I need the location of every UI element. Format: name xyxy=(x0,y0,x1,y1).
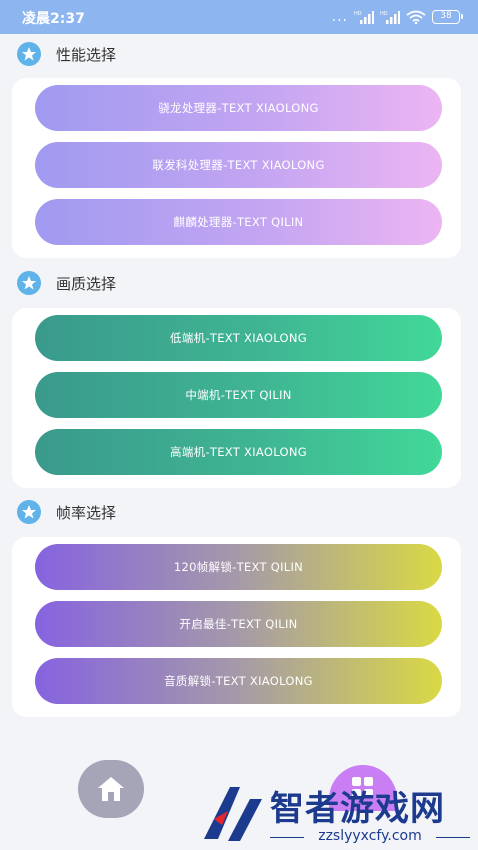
home-button[interactable] xyxy=(78,760,144,818)
wifi-icon xyxy=(406,10,426,24)
option-button[interactable]: 120帧解锁-TEXT QILIN xyxy=(35,544,442,590)
watermark-url: zzslyyxcfy.com xyxy=(318,828,422,844)
option-button[interactable]: 中端机-TEXT QILIN xyxy=(35,372,442,418)
section-header-framerate: 帧率选择 xyxy=(16,499,116,525)
section-header-performance: 性能选择 xyxy=(16,41,116,67)
watermark-logo-icon xyxy=(204,787,262,841)
status-bar: 凌晨2:37 ... HD HD 38 xyxy=(0,0,478,34)
quality-card: 低端机-TEXT XIAOLONG 中端机-TEXT QILIN 高端机-TEX… xyxy=(12,308,461,488)
option-button[interactable]: 开启最佳-TEXT QILIN xyxy=(35,601,442,647)
option-button[interactable]: 音质解锁-TEXT XIAOLONG xyxy=(35,658,442,704)
option-button[interactable]: 高端机-TEXT XIAOLONG xyxy=(35,429,442,475)
star-icon xyxy=(17,500,41,524)
watermark: 智者游戏网 zzslyyxcfy.com xyxy=(200,775,478,850)
watermark-title: 智者游戏网 xyxy=(270,789,445,829)
section-title: 画质选择 xyxy=(56,274,117,293)
status-time: 凌晨2:37 xyxy=(22,11,85,27)
signal-icon-2: HD xyxy=(380,11,400,24)
home-icon xyxy=(98,777,124,801)
star-icon xyxy=(17,271,41,295)
network-label-1: HD xyxy=(354,11,362,17)
network-label-2: HD xyxy=(380,11,388,17)
status-icons: ... HD HD 38 xyxy=(331,8,463,26)
section-title: 性能选择 xyxy=(56,45,117,64)
section-title: 帧率选择 xyxy=(56,503,117,522)
option-button[interactable]: 麒麟处理器-TEXT QILIN xyxy=(35,199,442,245)
section-header-quality: 画质选择 xyxy=(16,270,116,296)
battery-icon: 38 xyxy=(432,10,463,24)
watermark-divider xyxy=(436,837,470,838)
more-dots: ... xyxy=(331,9,348,25)
signal-icon: HD xyxy=(354,11,374,24)
option-button[interactable]: 骁龙处理器-TEXT XIAOLONG xyxy=(35,85,442,131)
performance-card: 骁龙处理器-TEXT XIAOLONG 联发科处理器-TEXT XIAOLONG… xyxy=(12,78,461,258)
framerate-card: 120帧解锁-TEXT QILIN 开启最佳-TEXT QILIN 音质解锁-T… xyxy=(12,537,461,717)
option-button[interactable]: 联发科处理器-TEXT XIAOLONG xyxy=(35,142,442,188)
option-button[interactable]: 低端机-TEXT XIAOLONG xyxy=(35,315,442,361)
star-icon xyxy=(17,42,41,66)
